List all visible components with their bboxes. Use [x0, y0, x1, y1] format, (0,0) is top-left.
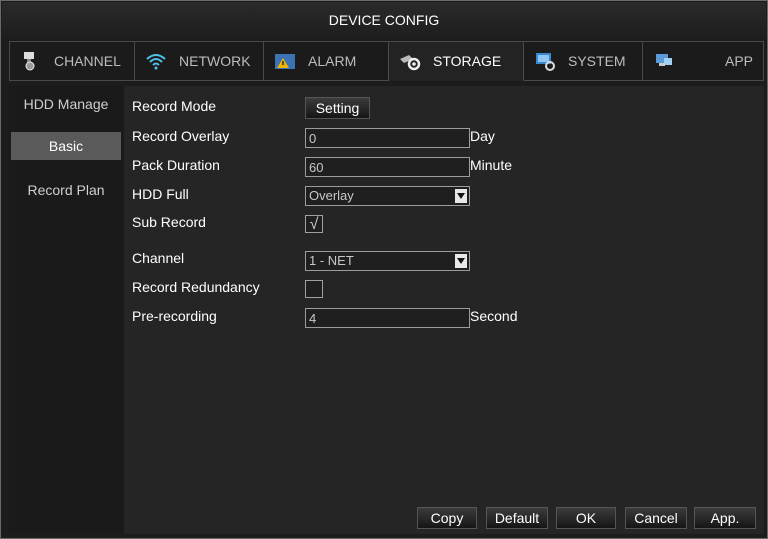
hdd-full-select[interactable]: Overlay	[305, 186, 470, 206]
copy-button[interactable]: Copy	[417, 507, 477, 529]
record-mode-label: Record Mode	[132, 98, 217, 114]
apply-button[interactable]: App.	[694, 507, 756, 529]
record-redundancy-checkbox[interactable]	[305, 280, 323, 298]
sub-record-checkbox[interactable]: √	[305, 215, 323, 233]
dropdown-arrow-icon	[455, 254, 467, 268]
record-redundancy-label: Record Redundancy	[132, 279, 260, 295]
dropdown-arrow-icon	[455, 189, 467, 203]
checkmark-icon: √	[309, 216, 319, 233]
tab-label: STORAGE	[433, 53, 502, 69]
tab-network[interactable]: NETWORK	[135, 41, 264, 81]
window-title: DEVICE CONFIG	[2, 2, 766, 38]
pack-duration-label: Pack Duration	[132, 157, 220, 173]
alarm-warning-icon	[274, 50, 296, 72]
sidebar-item-record-plan[interactable]: Record Plan	[11, 176, 121, 204]
pack-duration-input[interactable]: 60	[305, 157, 470, 177]
channel-value: 1 - NET	[309, 253, 354, 268]
sub-record-label: Sub Record	[132, 214, 206, 230]
tab-app[interactable]: APP	[643, 41, 764, 81]
pre-recording-input[interactable]: 4	[305, 308, 470, 328]
tab-label: CHANNEL	[54, 53, 121, 69]
record-overlay-label: Record Overlay	[132, 128, 230, 144]
tab-alarm[interactable]: ALARM	[264, 41, 389, 81]
hdd-full-label: HDD Full	[132, 186, 189, 202]
storage-gear-icon	[399, 50, 421, 72]
record-overlay-unit: Day	[470, 128, 495, 144]
channel-label: Channel	[132, 250, 185, 266]
wifi-icon	[145, 50, 167, 72]
channel-select[interactable]: 1 - NET	[305, 251, 470, 271]
sidebar-item-basic[interactable]: Basic	[11, 132, 121, 160]
pre-recording-label: Pre-recording	[132, 308, 217, 324]
tab-label: ALARM	[308, 53, 357, 69]
ok-button[interactable]: OK	[556, 507, 616, 529]
record-overlay-input[interactable]: 0	[305, 128, 470, 148]
tab-system[interactable]: SYSTEM	[524, 41, 643, 81]
device-config-window: DEVICE CONFIG CHANNEL NETWORK ALARM STOR…	[0, 0, 768, 539]
pre-recording-unit: Second	[470, 308, 518, 324]
sidebar: HDD Manage Basic Record Plan	[9, 86, 123, 534]
system-monitor-icon	[534, 50, 556, 72]
camera-icon	[20, 50, 42, 72]
tab-channel[interactable]: CHANNEL	[9, 41, 135, 81]
hdd-full-value: Overlay	[309, 188, 354, 203]
storage-basic-panel: Record Mode Setting Record Overlay 0 Day…	[124, 86, 764, 534]
sidebar-item-hdd-manage[interactable]: HDD Manage	[11, 90, 121, 118]
tab-storage[interactable]: STORAGE	[389, 41, 524, 81]
tab-bar: CHANNEL NETWORK ALARM STORAGE SYSTEM APP	[9, 41, 764, 81]
record-mode-setting-button[interactable]: Setting	[305, 97, 370, 119]
tab-label: NETWORK	[179, 53, 251, 69]
default-button[interactable]: Default	[486, 507, 548, 529]
cancel-button[interactable]: Cancel	[625, 507, 687, 529]
app-icon	[653, 50, 675, 72]
tab-label: SYSTEM	[568, 53, 626, 69]
tab-label: APP	[724, 53, 753, 69]
pack-duration-unit: Minute	[470, 157, 513, 173]
